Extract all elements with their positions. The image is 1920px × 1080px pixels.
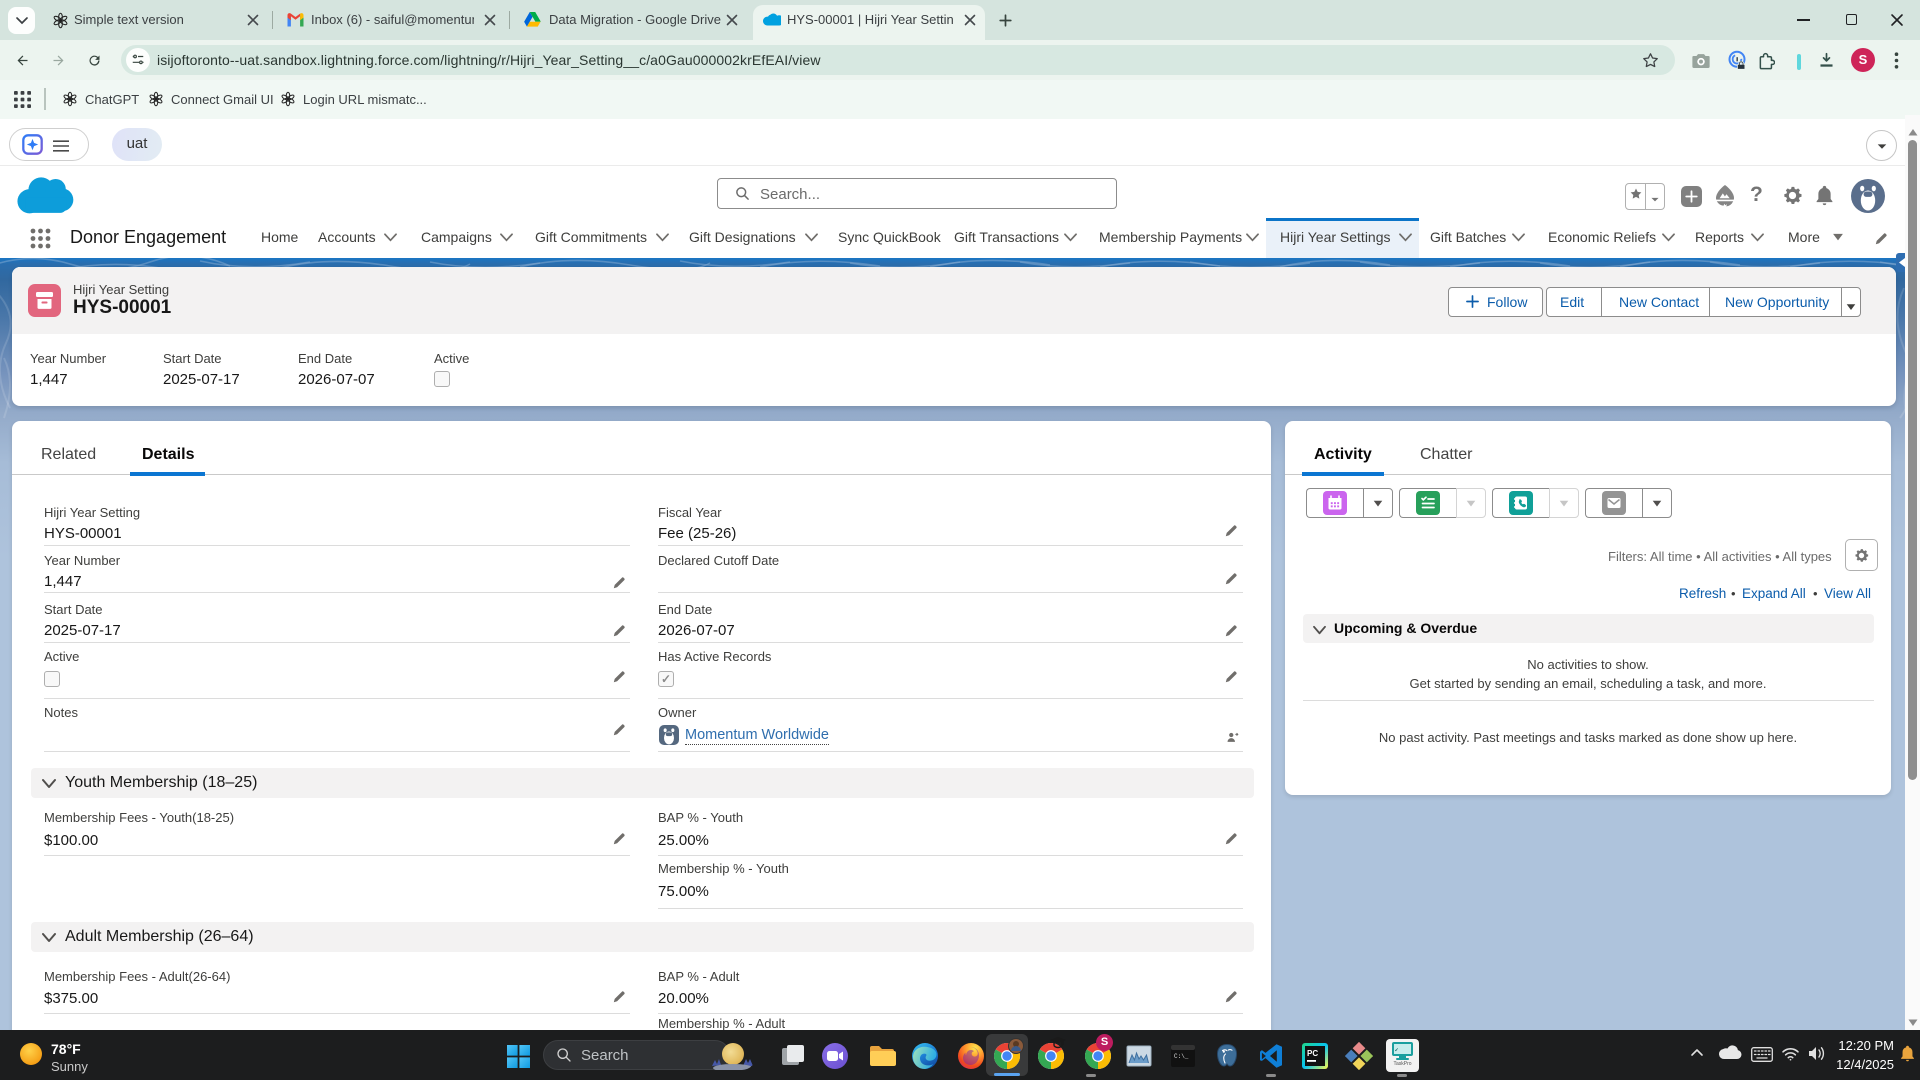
svg-text:PC: PC <box>1307 1049 1318 1058</box>
svg-text:✓: ✓ <box>1395 1048 1399 1054</box>
svg-text:C:\_: C:\_ <box>1174 1053 1189 1060</box>
